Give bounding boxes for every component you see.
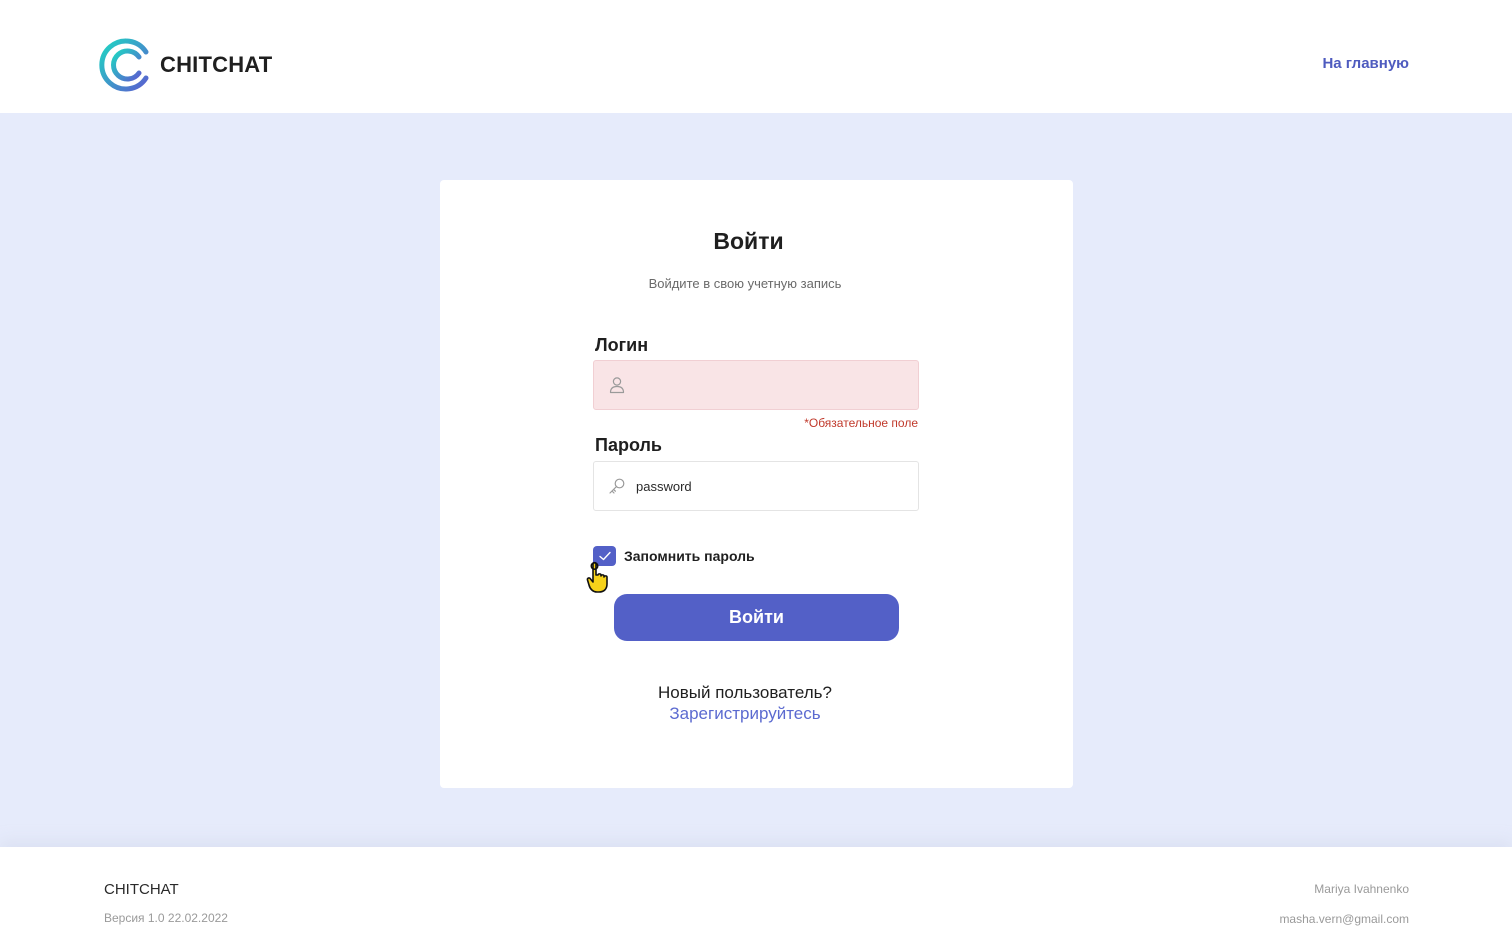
site-footer: CHITCHAT Версия 1.0 22.02.2022 Mariya Iv… (0, 847, 1512, 952)
footer-brand: CHITCHAT (104, 881, 179, 898)
password-field[interactable] (593, 461, 919, 511)
site-header: CHITCHAT На главную (0, 0, 1512, 113)
home-link[interactable]: На главную (1322, 55, 1409, 72)
footer-author: Mariya Ivahnenko (1314, 882, 1409, 896)
register-link[interactable]: Зарегистрируйтесь (440, 704, 1050, 724)
logo-text: CHITCHAT (160, 52, 273, 77)
hand-pointer-cursor-icon (586, 561, 608, 593)
remember-password-row[interactable]: Запомнить пароль (593, 546, 755, 566)
key-icon (609, 478, 625, 494)
login-input[interactable] (636, 361, 896, 409)
main-area: Войти Войдите в свою учетную запись Логи… (0, 113, 1512, 847)
login-submit-button[interactable]: Войти (614, 594, 899, 641)
user-icon (609, 377, 625, 394)
login-label: Логин (595, 335, 649, 355)
chitchat-logo-icon (99, 38, 149, 92)
new-user-text: Новый пользователь? (658, 683, 832, 702)
remember-label: Запомнить пароль (624, 548, 755, 564)
login-card: Войти Войдите в свою учетную запись Логи… (440, 180, 1073, 788)
password-input[interactable] (636, 462, 896, 510)
password-label: Пароль (595, 435, 662, 455)
login-error-text: *Обязательное поле (804, 416, 918, 430)
page-subtitle: Войдите в свою учетную запись (648, 276, 842, 291)
logo[interactable]: CHITCHAT (97, 37, 272, 93)
login-field[interactable] (593, 360, 919, 410)
footer-email[interactable]: masha.vern@gmail.com (1279, 912, 1409, 926)
footer-version: Версия 1.0 22.02.2022 (104, 911, 228, 925)
page-title: Войти (713, 228, 784, 254)
